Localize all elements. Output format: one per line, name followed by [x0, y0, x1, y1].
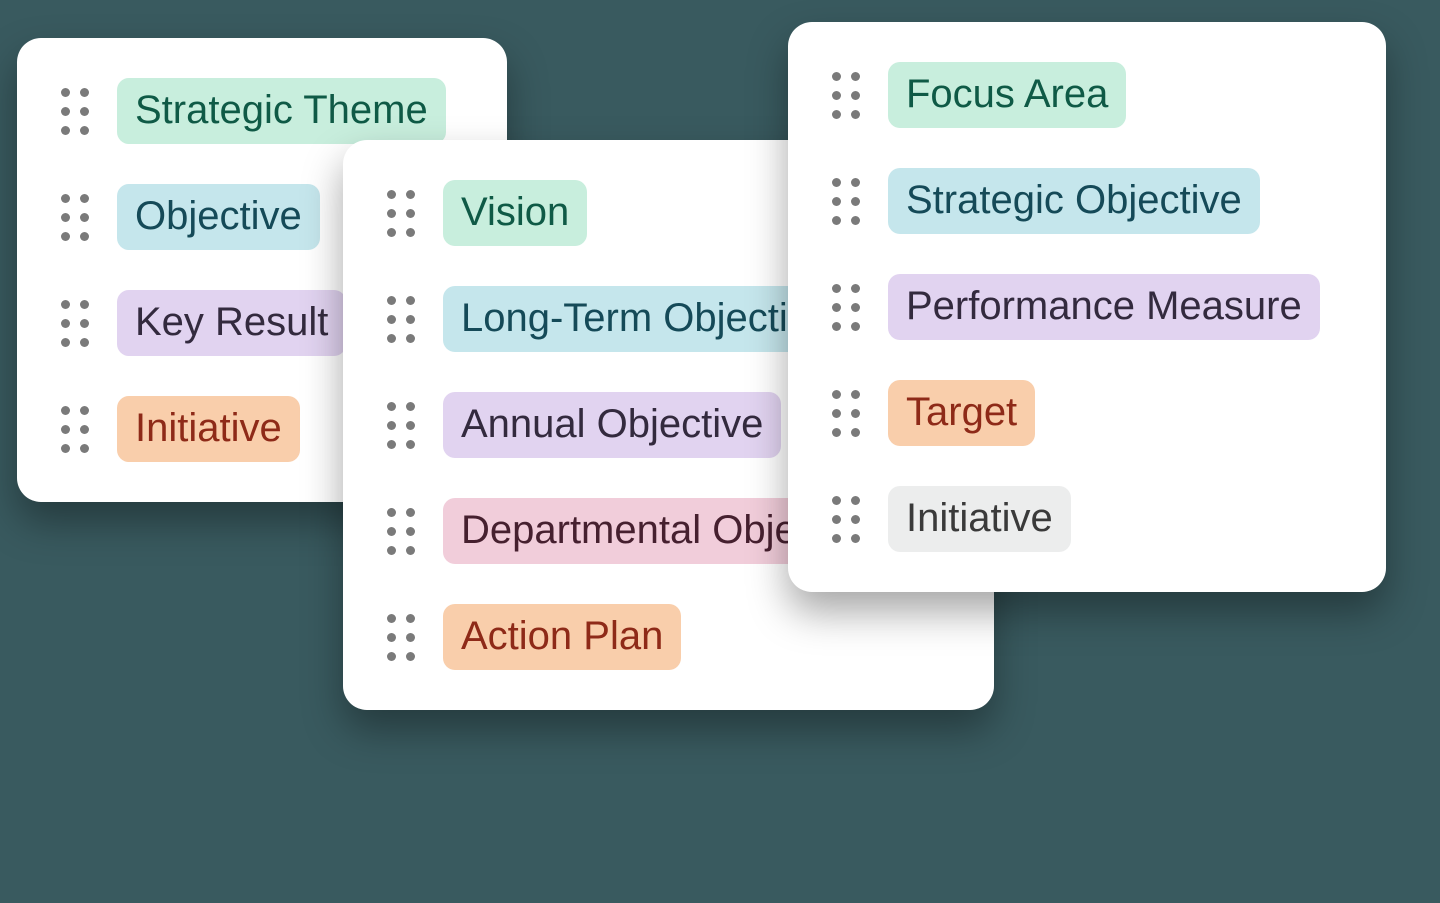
- list-item[interactable]: Initiative: [832, 486, 1342, 552]
- level-tag[interactable]: Key Result: [117, 290, 346, 356]
- level-tag[interactable]: Initiative: [888, 486, 1071, 552]
- level-tag[interactable]: Action Plan: [443, 604, 681, 670]
- list-item[interactable]: Strategic Theme: [61, 78, 463, 144]
- level-tag[interactable]: Focus Area: [888, 62, 1126, 128]
- drag-handle-icon[interactable]: [387, 190, 415, 237]
- drag-handle-icon[interactable]: [832, 284, 860, 331]
- level-tag[interactable]: Vision: [443, 180, 587, 246]
- level-tag[interactable]: Target: [888, 380, 1035, 446]
- level-tag[interactable]: Strategic Theme: [117, 78, 446, 144]
- drag-handle-icon[interactable]: [61, 300, 89, 347]
- list-item[interactable]: Performance Measure: [832, 274, 1342, 340]
- level-tag[interactable]: Strategic Objective: [888, 168, 1260, 234]
- level-tag[interactable]: Performance Measure: [888, 274, 1320, 340]
- drag-handle-icon[interactable]: [832, 178, 860, 225]
- framework-card-right: Focus Area Strategic Objective Performan…: [788, 22, 1386, 592]
- drag-handle-icon[interactable]: [387, 614, 415, 661]
- list-item[interactable]: Action Plan: [387, 604, 950, 670]
- level-tag[interactable]: Objective: [117, 184, 320, 250]
- list-item[interactable]: Focus Area: [832, 62, 1342, 128]
- drag-handle-icon[interactable]: [61, 88, 89, 135]
- level-tag[interactable]: Annual Objective: [443, 392, 781, 458]
- drag-handle-icon[interactable]: [832, 390, 860, 437]
- drag-handle-icon[interactable]: [387, 296, 415, 343]
- drag-handle-icon[interactable]: [61, 406, 89, 453]
- list-item[interactable]: Target: [832, 380, 1342, 446]
- drag-handle-icon[interactable]: [387, 508, 415, 555]
- drag-handle-icon[interactable]: [832, 496, 860, 543]
- drag-handle-icon[interactable]: [61, 194, 89, 241]
- list-item[interactable]: Strategic Objective: [832, 168, 1342, 234]
- level-tag[interactable]: Initiative: [117, 396, 300, 462]
- drag-handle-icon[interactable]: [387, 402, 415, 449]
- drag-handle-icon[interactable]: [832, 72, 860, 119]
